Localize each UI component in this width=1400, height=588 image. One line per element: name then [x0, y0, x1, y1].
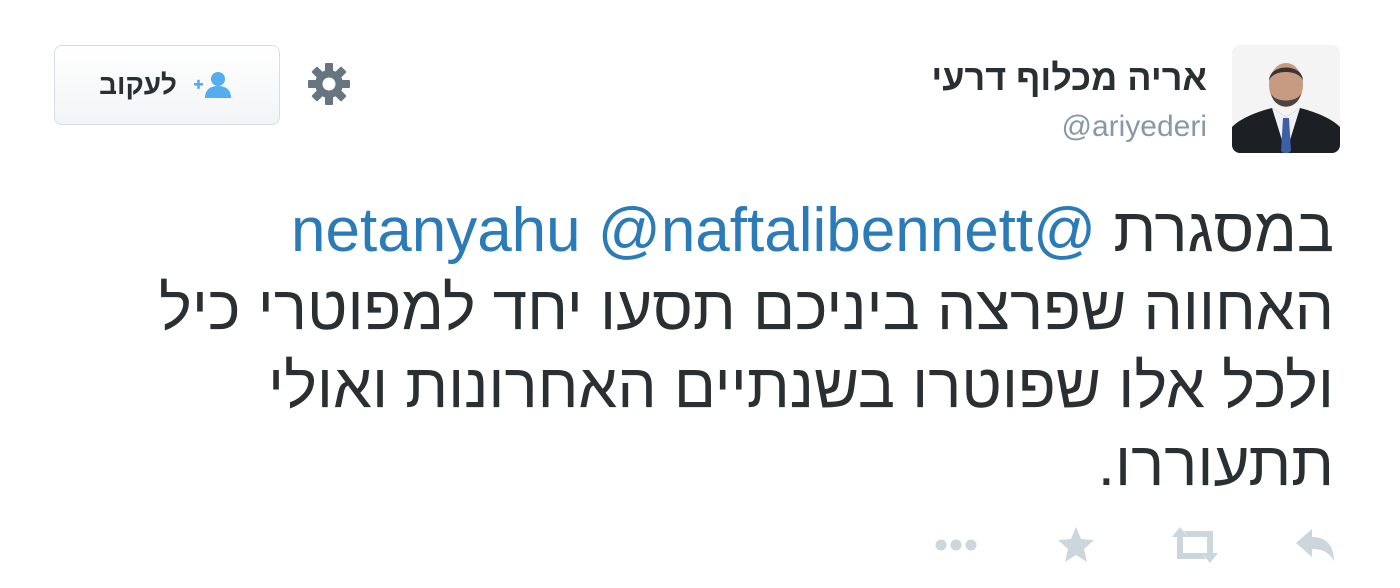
- gear-icon[interactable]: [305, 60, 353, 108]
- reply-icon[interactable]: [1292, 523, 1338, 567]
- follow-button[interactable]: לעקוב: [54, 45, 280, 125]
- more-icon[interactable]: [932, 523, 980, 567]
- favorite-icon[interactable]: [1055, 523, 1097, 567]
- add-user-icon: [193, 72, 231, 98]
- mention-link[interactable]: @naftalibennett: [598, 196, 1033, 265]
- tweet-text-start: במסגרת: [1113, 196, 1334, 265]
- user-display-name[interactable]: אריה מכלוף דרעי: [931, 57, 1207, 99]
- avatar[interactable]: [1232, 45, 1340, 153]
- avatar-photo: [1232, 45, 1340, 153]
- retweet-icon[interactable]: [1168, 523, 1222, 567]
- tweet-text-rest: האחווה שפרצה ביניכם תסעו יחד למפוטרי כיל…: [159, 274, 1334, 499]
- follow-button-label: לעקוב: [99, 69, 177, 100]
- user-screen-name[interactable]: @ariyederi: [1061, 110, 1207, 144]
- tweet-text: במסגרת @netanyahu @naftalibennett האחווה…: [134, 192, 1334, 504]
- tweet-actions: [0, 523, 1400, 567]
